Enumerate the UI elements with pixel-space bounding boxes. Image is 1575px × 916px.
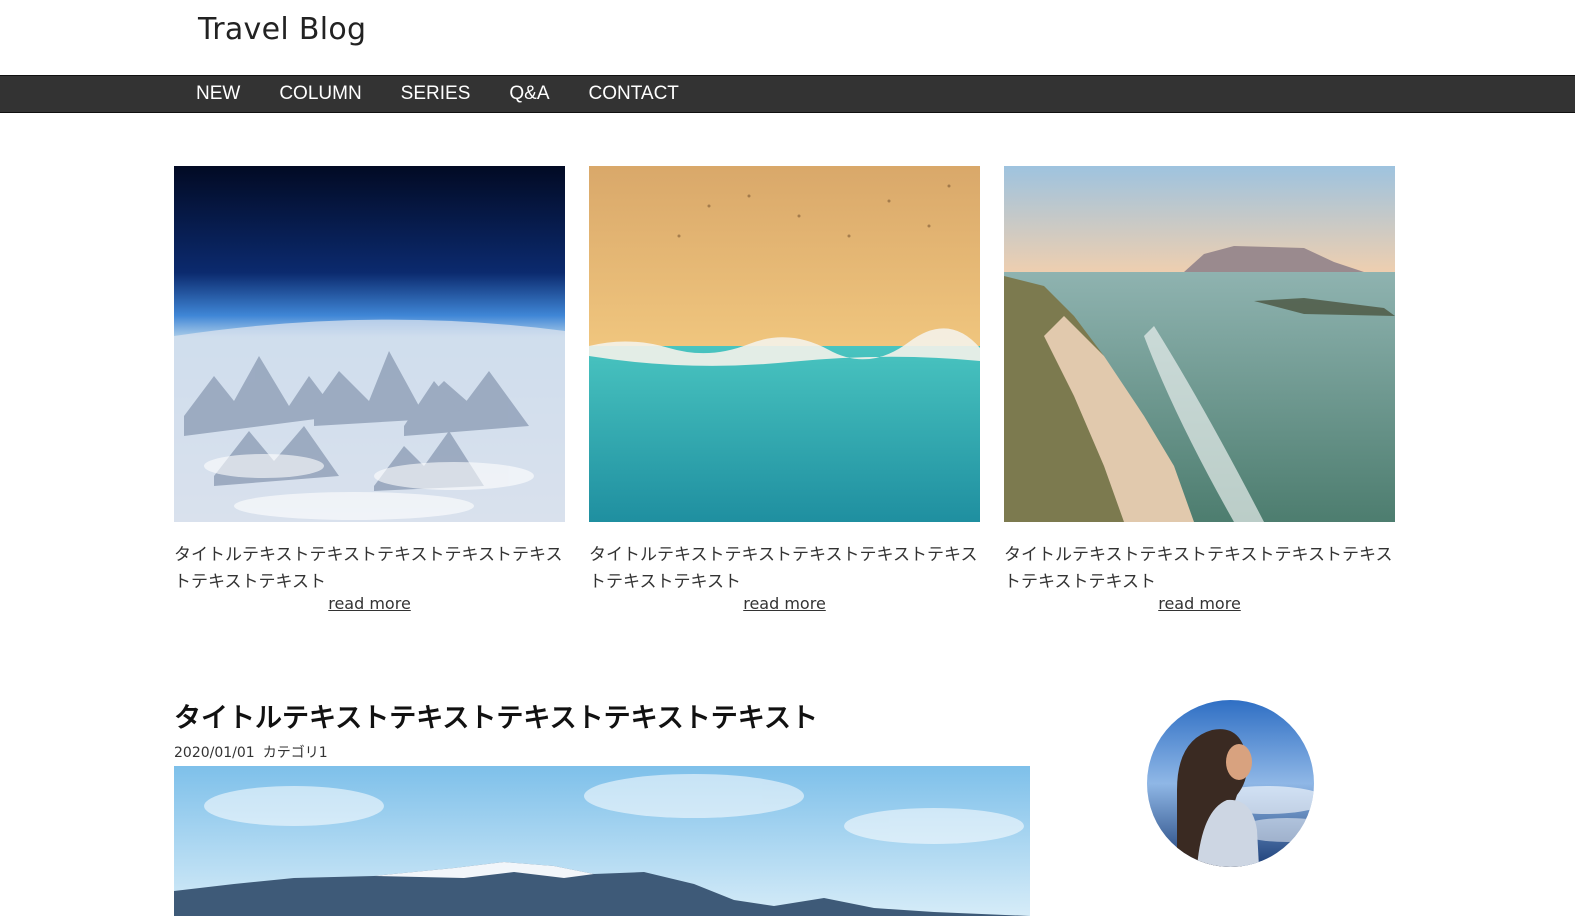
card-image-beach[interactable] xyxy=(589,166,980,522)
featured-cards: タイトルテキストテキストテキストテキストテキス トテキストテキスト read m… xyxy=(174,166,1396,626)
read-more-link[interactable]: read more xyxy=(589,594,980,613)
read-more-link[interactable]: read more xyxy=(174,594,565,613)
site-header: Travel Blog xyxy=(0,0,1575,75)
read-more-link[interactable]: read more xyxy=(1004,594,1395,613)
card-title[interactable]: タイトルテキストテキストテキストテキストテキス トテキストテキスト xyxy=(589,542,980,596)
nav-item-column[interactable]: COLUMN xyxy=(279,82,361,106)
nav-item-new[interactable]: NEW xyxy=(196,82,240,106)
card: タイトルテキストテキストテキストテキストテキス トテキストテキスト read m… xyxy=(589,166,980,613)
profile-avatar[interactable] xyxy=(1147,700,1314,867)
card: タイトルテキストテキストテキストテキストテキス トテキストテキスト read m… xyxy=(174,166,565,613)
post-title[interactable]: タイトルテキストテキストテキストテキストテキスト xyxy=(174,700,1030,738)
card-image-coast[interactable] xyxy=(1004,166,1395,522)
nav-item-contact[interactable]: CONTACT xyxy=(589,82,679,106)
latest-post: タイトルテキストテキストテキストテキストテキスト 2020/01/01 カテゴリ1 xyxy=(174,700,1030,916)
card-title[interactable]: タイトルテキストテキストテキストテキストテキス トテキストテキスト xyxy=(1004,542,1395,596)
post-meta: 2020/01/01 カテゴリ1 xyxy=(174,742,1030,762)
site-title[interactable]: Travel Blog xyxy=(198,12,366,47)
post-category[interactable]: カテゴリ1 xyxy=(263,745,328,761)
main-nav: NEW COLUMN SERIES Q&A CONTACT xyxy=(0,75,1575,113)
post-date: 2020/01/01 xyxy=(174,745,255,761)
card-title[interactable]: タイトルテキストテキストテキストテキストテキス トテキストテキスト xyxy=(174,542,565,596)
card-image-earth[interactable] xyxy=(174,166,565,522)
card: タイトルテキストテキストテキストテキストテキス トテキストテキスト read m… xyxy=(1004,166,1395,613)
nav-item-series[interactable]: SERIES xyxy=(401,82,471,106)
nav-item-qa[interactable]: Q&A xyxy=(509,82,549,106)
post-image-mountains[interactable] xyxy=(174,766,1030,916)
